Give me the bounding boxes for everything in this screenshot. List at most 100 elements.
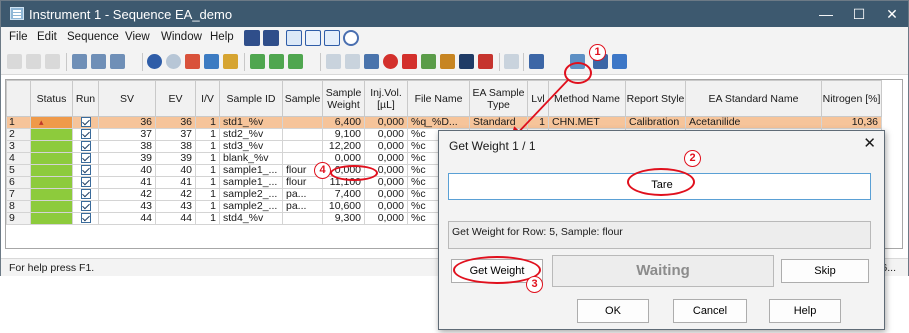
run-checkbox[interactable] <box>72 116 99 129</box>
checkbox-icon[interactable] <box>80 213 91 224</box>
sv-cell[interactable]: 42 <box>98 188 156 201</box>
graph-icon[interactable] <box>324 30 340 46</box>
sv-cell[interactable]: 38 <box>98 140 156 153</box>
checkbox-icon[interactable] <box>80 153 91 164</box>
funnel-icon[interactable] <box>440 54 455 69</box>
run-checkbox[interactable] <box>72 200 99 213</box>
weight-cell[interactable]: 12,200 <box>322 140 365 153</box>
dialog-close-button[interactable]: ✕ <box>863 134 876 152</box>
run-checkbox[interactable] <box>72 164 99 177</box>
inj-vol-cell[interactable]: 0,000 <box>364 200 408 213</box>
ok-button[interactable]: OK <box>577 299 649 323</box>
col-header-ea-sample-type[interactable]: EA Sample Type <box>469 80 528 117</box>
sv-cell[interactable]: 36 <box>98 116 156 129</box>
sample-cell[interactable]: flour <box>282 176 323 189</box>
iv-cell[interactable]: 1 <box>195 116 220 129</box>
col-header-nitrogen[interactable]: Nitrogen [%] <box>821 80 882 117</box>
menu-edit[interactable]: Edit <box>37 31 57 43</box>
col-header-sample-weight[interactable]: Sample Weight <box>322 80 365 117</box>
batch-icon[interactable] <box>421 54 436 69</box>
col-header-ev[interactable]: EV <box>155 80 196 117</box>
sv-cell[interactable]: 37 <box>98 128 156 141</box>
circle-icon[interactable] <box>343 30 359 46</box>
redo-icon[interactable] <box>166 54 181 69</box>
pause-icon[interactable] <box>459 54 474 69</box>
row-number[interactable]: 2 <box>6 128 31 141</box>
undo-icon[interactable] <box>147 54 162 69</box>
step-icon[interactable] <box>345 54 360 69</box>
col-header-run[interactable]: Run <box>72 80 99 117</box>
checkbox-icon[interactable] <box>80 201 91 212</box>
report-icon[interactable] <box>263 30 279 46</box>
ev-cell[interactable]: 41 <box>155 176 196 189</box>
ev-cell[interactable]: 37 <box>155 128 196 141</box>
col-header-row[interactable] <box>6 80 31 117</box>
open-icon[interactable] <box>26 54 41 69</box>
method-icon[interactable] <box>286 30 302 46</box>
row-number[interactable]: 1 <box>6 116 31 129</box>
inj-vol-cell[interactable]: 0,000 <box>364 152 408 165</box>
col-header-sv[interactable]: SV <box>98 80 156 117</box>
help-button[interactable]: Help <box>769 299 841 323</box>
save-icon[interactable] <box>45 54 60 69</box>
status-icon[interactable] <box>244 30 260 46</box>
sample-type-cell[interactable]: Standard <box>469 116 528 129</box>
new-icon[interactable] <box>7 54 22 69</box>
copy-icon[interactable] <box>91 54 106 69</box>
abort-icon[interactable] <box>383 54 398 69</box>
col-header-sample[interactable]: Sample <box>282 80 323 117</box>
iv-cell[interactable]: 1 <box>195 212 220 225</box>
table-row[interactable]: 1 ▴ 36 36 1 std1_%v 6,400 0,000 %q_%D...… <box>6 116 882 129</box>
weight-cell[interactable]: 9,100 <box>322 128 365 141</box>
sample-id-cell[interactable]: std1_%v <box>219 116 283 129</box>
weight-cell[interactable]: 9,300 <box>322 212 365 225</box>
print-icon[interactable] <box>110 54 125 69</box>
file-name-cell[interactable]: %q_%D... <box>407 116 470 129</box>
method-cell[interactable]: CHN.MET <box>548 116 626 129</box>
col-header-report-style[interactable]: Report Style <box>625 80 686 117</box>
menu-file[interactable]: File <box>9 31 28 43</box>
maximize-button[interactable]: ☐ <box>844 3 874 25</box>
row-number[interactable]: 3 <box>6 140 31 153</box>
row-number[interactable]: 7 <box>6 188 31 201</box>
ev-cell[interactable]: 39 <box>155 152 196 165</box>
col-header-method-name[interactable]: Method Name <box>548 80 626 117</box>
sample-cell[interactable] <box>282 140 323 153</box>
sample-id-cell[interactable]: sample1_... <box>219 176 283 189</box>
close-button[interactable]: ✕ <box>877 3 907 25</box>
col-header-lvl[interactable]: Lvl <box>527 80 549 117</box>
col-header-iv[interactable]: I/V <box>195 80 220 117</box>
camera-icon[interactable] <box>364 54 379 69</box>
paste-icon[interactable] <box>223 54 238 69</box>
ev-cell[interactable]: 42 <box>155 188 196 201</box>
iv-cell[interactable]: 1 <box>195 140 220 153</box>
inj-vol-cell[interactable]: 0,000 <box>364 116 408 129</box>
sample-cell[interactable]: pa... <box>282 188 323 201</box>
menu-window[interactable]: Window <box>161 31 202 43</box>
run-checkbox[interactable] <box>72 140 99 153</box>
sv-cell[interactable]: 40 <box>98 164 156 177</box>
ev-cell[interactable]: 36 <box>155 116 196 129</box>
stop-icon[interactable] <box>402 54 417 69</box>
weight-cell[interactable]: 6,400 <box>322 116 365 129</box>
sample-id-cell[interactable]: sample2_... <box>219 188 283 201</box>
sample-id-cell[interactable]: std3_%v <box>219 140 283 153</box>
run-checkbox[interactable] <box>72 212 99 225</box>
iv-cell[interactable]: 1 <box>195 128 220 141</box>
minimize-button[interactable]: — <box>811 3 841 25</box>
iv-cell[interactable]: 1 <box>195 176 220 189</box>
iv-cell[interactable]: 1 <box>195 188 220 201</box>
weight-cell[interactable]: 10,600 <box>322 200 365 213</box>
sample-cell[interactable] <box>282 212 323 225</box>
list-icon[interactable] <box>612 54 627 69</box>
iv-cell[interactable]: 1 <box>195 152 220 165</box>
title-bar[interactable]: Instrument 1 - Sequence EA_demo — ☐ ✕ <box>1 1 908 27</box>
start-icon[interactable] <box>326 54 341 69</box>
row-number[interactable]: 9 <box>6 212 31 225</box>
chart-icon[interactable] <box>305 30 321 46</box>
inj-vol-cell[interactable]: 0,000 <box>364 212 408 225</box>
col-header-status[interactable]: Status <box>30 80 73 117</box>
cut-icon[interactable] <box>185 54 200 69</box>
ev-cell[interactable]: 38 <box>155 140 196 153</box>
checkbox-icon[interactable] <box>80 141 91 152</box>
